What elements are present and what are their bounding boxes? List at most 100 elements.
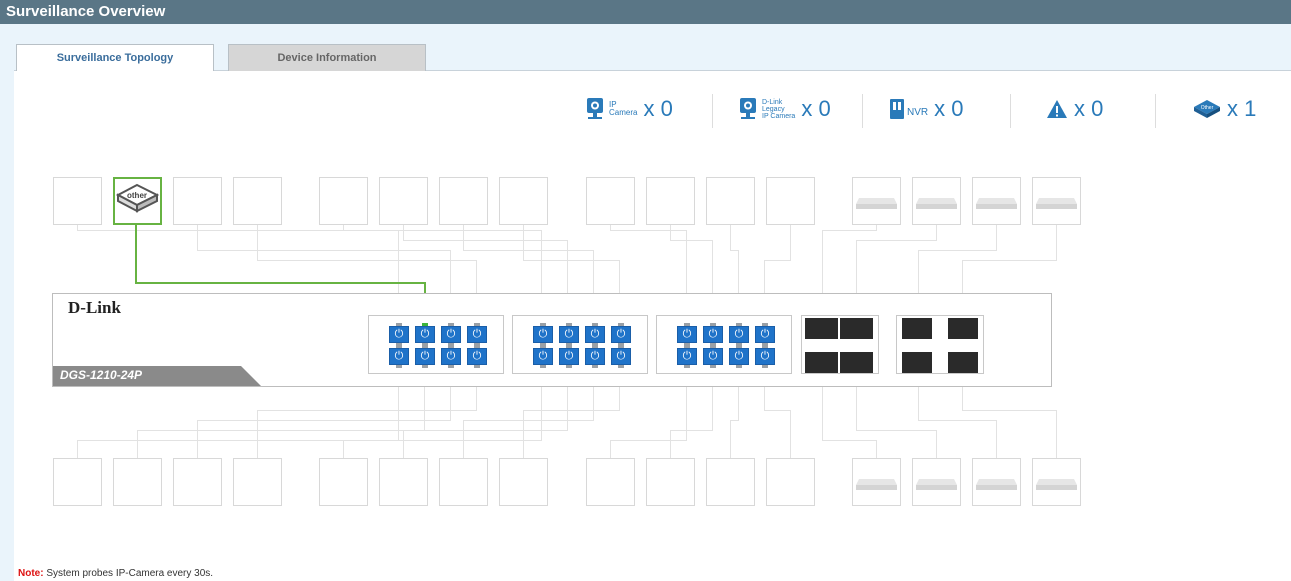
sfp-port[interactable]: [948, 318, 978, 339]
device-slot[interactable]: [912, 458, 961, 506]
device-slot[interactable]: [1032, 177, 1081, 225]
sfp-port[interactable]: [902, 352, 932, 373]
connection-line: [936, 225, 937, 240]
tab-strip: Surveillance Topology Device Information: [14, 24, 1291, 72]
device-slot[interactable]: [233, 177, 282, 225]
ethernet-port[interactable]: ⏻: [533, 345, 553, 368]
device-slot[interactable]: [706, 458, 755, 506]
connection-line: [343, 440, 542, 441]
note: Note: System probes IP-Camera every 30s.: [18, 568, 213, 579]
device-slot[interactable]: [173, 177, 222, 225]
connection-line: [730, 420, 731, 458]
ethernet-port[interactable]: ⏻: [611, 345, 631, 368]
connection-line: [403, 225, 404, 240]
ethernet-port[interactable]: ⏻: [415, 345, 435, 368]
sfp-port[interactable]: [805, 318, 838, 339]
device-slot[interactable]: [766, 458, 815, 506]
port-group: [512, 315, 648, 374]
device-slot[interactable]: [53, 177, 102, 225]
device-slot[interactable]: [706, 177, 755, 225]
ethernet-port[interactable]: ⏻: [703, 323, 723, 346]
connection-line: [876, 440, 877, 458]
device-slot[interactable]: [379, 458, 428, 506]
ethernet-port[interactable]: ⏻: [585, 323, 605, 346]
ethernet-port[interactable]: ⏻: [703, 345, 723, 368]
sfp-port[interactable]: [840, 352, 873, 373]
note-prefix: Note:: [18, 568, 44, 579]
ethernet-port[interactable]: ⏻: [611, 323, 631, 346]
connection-line: [764, 260, 791, 261]
ethernet-port[interactable]: ⏻: [585, 345, 605, 368]
ethernet-port[interactable]: ⏻: [441, 345, 461, 368]
connection-line: [996, 225, 997, 250]
sfp-module-icon: [856, 479, 897, 490]
ethernet-port[interactable]: ⏻: [415, 323, 435, 346]
device-slot[interactable]: [646, 177, 695, 225]
device-slot[interactable]: [233, 458, 282, 506]
connection-line: [523, 410, 620, 411]
ethernet-port[interactable]: ⏻: [467, 323, 487, 346]
connection-line: [670, 240, 713, 241]
device-slot[interactable]: [1032, 458, 1081, 506]
legend-other: Other x 1: [1193, 94, 1256, 124]
ethernet-port[interactable]: ⏻: [677, 345, 697, 368]
device-slot[interactable]: [852, 458, 901, 506]
ethernet-port[interactable]: ⏻: [441, 323, 461, 346]
connection-line: [790, 410, 791, 458]
device-slot[interactable]: [646, 458, 695, 506]
tab-device-information[interactable]: Device Information: [228, 44, 426, 71]
ethernet-port[interactable]: ⏻: [755, 323, 775, 346]
ethernet-port[interactable]: ⏻: [677, 323, 697, 346]
port-group: [368, 315, 504, 374]
device-slot[interactable]: [499, 458, 548, 506]
ethernet-port[interactable]: ⏻: [729, 345, 749, 368]
device-slot[interactable]: [173, 458, 222, 506]
legend-warning: x 0: [1046, 94, 1103, 124]
ethernet-port[interactable]: ⏻: [559, 323, 579, 346]
connection-line: [197, 225, 198, 250]
device-slot[interactable]: [912, 177, 961, 225]
sfp-module-icon: [976, 479, 1017, 490]
legend-legacy-camera-count: x 0: [801, 96, 831, 121]
ethernet-port[interactable]: ⏻: [389, 323, 409, 346]
sfp-port[interactable]: [948, 352, 978, 373]
device-slot[interactable]: [766, 177, 815, 225]
ethernet-port[interactable]: ⏻: [755, 345, 775, 368]
ethernet-port[interactable]: ⏻: [729, 323, 749, 346]
device-slot[interactable]: [439, 177, 488, 225]
sfp-port[interactable]: [902, 318, 932, 339]
connection-line: [1056, 225, 1057, 260]
connection-line: [197, 420, 198, 458]
tab-surveillance-topology[interactable]: Surveillance Topology: [16, 44, 214, 72]
device-slot[interactable]: [499, 177, 548, 225]
device-slot[interactable]: [586, 177, 635, 225]
device-slot[interactable]: [439, 458, 488, 506]
device-slot[interactable]: [972, 177, 1021, 225]
sfp-port[interactable]: [805, 352, 838, 373]
legend-nvr: NVR x 0: [889, 94, 963, 124]
sfp-module-icon: [856, 198, 897, 209]
device-slot[interactable]: [852, 177, 901, 225]
sfp-port[interactable]: [840, 318, 873, 339]
ethernet-port[interactable]: ⏻: [559, 345, 579, 368]
legend-other-count: x 1: [1227, 96, 1257, 121]
connection-line: [463, 420, 464, 458]
connection-line: [137, 430, 138, 458]
device-slot[interactable]: [53, 458, 102, 506]
device-slot-other[interactable]: other: [113, 177, 162, 225]
port-group: [656, 315, 792, 374]
ethernet-port[interactable]: ⏻: [467, 345, 487, 368]
other-device-icon: Other: [1194, 100, 1220, 118]
connection-line: [523, 225, 524, 260]
device-slot[interactable]: [319, 458, 368, 506]
ethernet-port[interactable]: ⏻: [533, 323, 553, 346]
ethernet-port[interactable]: ⏻: [389, 345, 409, 368]
device-slot[interactable]: [319, 177, 368, 225]
connection-line: [1056, 410, 1057, 458]
device-slot[interactable]: [586, 458, 635, 506]
device-slot[interactable]: [379, 177, 428, 225]
device-slot[interactable]: [113, 458, 162, 506]
device-slot[interactable]: [972, 458, 1021, 506]
connection-line: [670, 225, 671, 240]
connection-line: [257, 410, 477, 411]
